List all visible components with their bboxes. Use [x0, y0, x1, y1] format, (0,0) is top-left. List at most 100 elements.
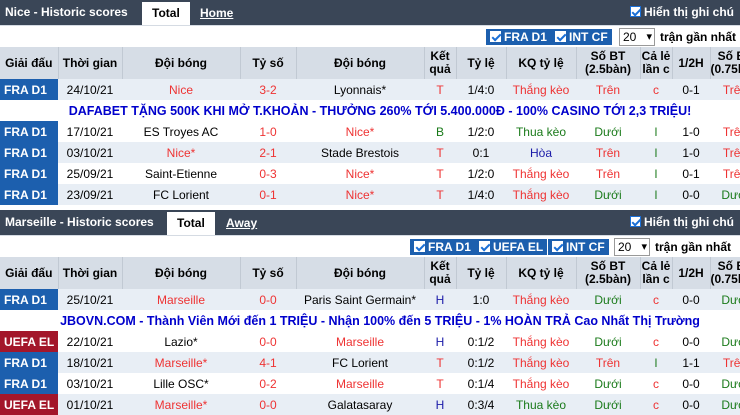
half-time-score: 0-0: [672, 289, 710, 310]
handicap-odds: 0:1/2: [456, 352, 506, 373]
nice-title: Nice - Historic scores: [5, 5, 128, 19]
marseille-results-table: Giải đấu Thời gian Đội bóng Tỷ số Đội bó…: [0, 257, 740, 415]
league-badge[interactable]: FRA D1: [0, 289, 58, 310]
home-team[interactable]: Marseille: [122, 289, 240, 310]
match-score[interactable]: 0-3: [240, 163, 296, 184]
over-under-2-5: Trên: [576, 163, 640, 184]
home-team[interactable]: Lille OSC*: [122, 373, 240, 394]
match-score[interactable]: 2-1: [240, 142, 296, 163]
match-result: H: [424, 289, 456, 310]
checkbox-icon[interactable]: [414, 241, 425, 252]
handicap-result: Thua kèo: [506, 121, 576, 142]
ad-banner-link[interactable]: DAFABET TẶNG 500K KHI MỞ T.KHOẢN - THƯỞN…: [0, 100, 740, 121]
match-score[interactable]: 0-2: [240, 373, 296, 394]
table-row: UEFA EL 01/10/21 Marseille* 0-0 Galatasaray H…: [0, 394, 740, 415]
nice-filter-fra-d1[interactable]: FRA D1: [486, 29, 551, 45]
marseille-filter-fra-d1[interactable]: FRA D1: [410, 239, 475, 255]
column-header: Giải đấu: [0, 47, 59, 79]
checkbox-icon[interactable]: [555, 31, 566, 42]
home-team[interactable]: Saint-Etienne: [122, 163, 240, 184]
marseille-filter-int-cf[interactable]: INT CF: [548, 239, 609, 255]
checkbox-icon[interactable]: [479, 241, 490, 252]
column-header: Đội bóng: [296, 257, 425, 289]
away-team[interactable]: Galatasaray: [296, 394, 424, 415]
away-team[interactable]: Paris Saint Germain*: [296, 289, 424, 310]
column-header: Số BT (0.75bàn): [710, 47, 740, 79]
half-time-score: 0-0: [672, 184, 710, 205]
home-team[interactable]: Marseille*: [122, 394, 240, 415]
table-row: FRA D1 18/10/21 Marseille* 4-1 FC Lorient T 0:…: [0, 352, 740, 373]
handicap-result: Thắng kèo: [506, 184, 576, 205]
home-team[interactable]: Marseille*: [122, 352, 240, 373]
nice-show-notes-toggle[interactable]: Hiển thị ghi chú: [630, 5, 734, 19]
marseille-filter-uefa-el[interactable]: UEFA EL: [475, 239, 548, 255]
match-score[interactable]: 3-2: [240, 79, 296, 100]
nice-tab-total[interactable]: Total: [142, 2, 190, 25]
match-score[interactable]: 0-0: [240, 289, 296, 310]
checkbox-icon[interactable]: [490, 31, 501, 42]
league-badge[interactable]: FRA D1: [0, 184, 58, 205]
nice-tab-home[interactable]: Home: [190, 2, 243, 25]
over-under-0-75: Dưới: [710, 394, 740, 415]
match-score[interactable]: 0-0: [240, 331, 296, 352]
nice-match-count-select[interactable]: 20: [619, 28, 655, 46]
away-team[interactable]: FC Lorient: [296, 352, 424, 373]
home-team[interactable]: Lazio*: [122, 331, 240, 352]
home-team[interactable]: Nice*: [122, 142, 240, 163]
match-score[interactable]: 1-0: [240, 121, 296, 142]
match-score[interactable]: 0-0: [240, 394, 296, 415]
marseille-tab-total[interactable]: Total: [167, 212, 215, 235]
league-badge[interactable]: FRA D1: [0, 163, 58, 184]
marseille-tab-away[interactable]: Away: [216, 212, 267, 235]
marseille-match-count-label: trận gần nhất: [655, 240, 732, 254]
column-header: Đội bóng: [122, 257, 241, 289]
checkbox-icon[interactable]: [630, 216, 641, 227]
over-under-0-75: Dưới: [710, 373, 740, 394]
ad-banner-row[interactable]: JBOVN.COM - Thành Viên Mới đến 1 TRIỆU -…: [0, 310, 740, 331]
column-header: KQ tỷ lệ: [506, 257, 577, 289]
match-date: 01/10/21: [58, 394, 122, 415]
marseille-title: Marseille - Historic scores: [5, 215, 154, 229]
half-time-score: 0-1: [672, 79, 710, 100]
handicap-odds: 1/2:0: [456, 121, 506, 142]
league-badge[interactable]: FRA D1: [0, 352, 58, 373]
odd-even: l: [640, 142, 672, 163]
league-badge[interactable]: FRA D1: [0, 142, 58, 163]
marseille-show-notes-toggle[interactable]: Hiển thị ghi chú: [630, 215, 734, 229]
match-result: T: [424, 352, 456, 373]
league-badge[interactable]: UEFA EL: [0, 394, 58, 415]
table-row: FRA D1 25/10/21 Marseille 0-0 Paris Saint Ge…: [0, 289, 740, 310]
filter-label: FRA D1: [504, 30, 547, 44]
marseille-match-count-select[interactable]: 20: [614, 238, 650, 256]
match-result: T: [424, 373, 456, 394]
home-team[interactable]: ES Troyes AC: [122, 121, 240, 142]
odd-even: l: [640, 352, 672, 373]
nice-results-table: Giải đấu Thời gian Đội bóng Tỷ số Đội bó…: [0, 47, 740, 205]
column-header: Số BT (0.75bàn): [710, 257, 740, 289]
odd-even: c: [640, 394, 672, 415]
league-badge[interactable]: UEFA EL: [0, 331, 58, 352]
away-team[interactable]: Marseille: [296, 373, 424, 394]
away-team[interactable]: Marseille: [296, 331, 424, 352]
league-badge[interactable]: FRA D1: [0, 79, 58, 100]
league-badge[interactable]: FRA D1: [0, 121, 58, 142]
checkbox-icon[interactable]: [630, 6, 641, 17]
table-row: FRA D1 03/10/21 Nice* 2-1 Stade Brestois T 0:1…: [0, 142, 740, 163]
away-team[interactable]: Lyonnais*: [296, 79, 424, 100]
column-header: Giải đấu: [0, 257, 59, 289]
nice-filter-int-cf[interactable]: INT CF: [551, 29, 612, 45]
league-badge[interactable]: FRA D1: [0, 373, 58, 394]
match-score[interactable]: 4-1: [240, 352, 296, 373]
away-team[interactable]: Nice*: [296, 163, 424, 184]
away-team[interactable]: Nice*: [296, 184, 424, 205]
match-score[interactable]: 0-1: [240, 184, 296, 205]
nice-filter-bar: FRA D1 INT CF 20 trận gần nhất: [0, 25, 740, 47]
checkbox-icon[interactable]: [552, 241, 563, 252]
ad-banner-link[interactable]: JBOVN.COM - Thành Viên Mới đến 1 TRIỆU -…: [0, 310, 740, 331]
away-team[interactable]: Stade Brestois: [296, 142, 424, 163]
away-team[interactable]: Nice*: [296, 121, 424, 142]
home-team[interactable]: Nice: [122, 79, 240, 100]
home-team[interactable]: FC Lorient: [122, 184, 240, 205]
ad-banner-row[interactable]: DAFABET TẶNG 500K KHI MỞ T.KHOẢN - THƯỞN…: [0, 100, 740, 121]
handicap-result: Thắng kèo: [506, 373, 576, 394]
